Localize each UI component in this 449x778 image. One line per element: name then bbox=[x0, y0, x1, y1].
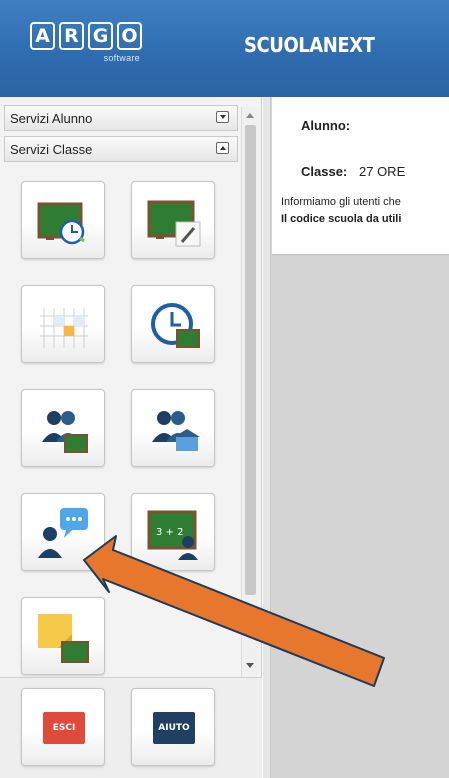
classe-value: 27 ORE bbox=[359, 164, 406, 179]
brand-title: SCUOLANEXT bbox=[244, 33, 375, 57]
splitter[interactable] bbox=[263, 97, 271, 778]
students-school-icon bbox=[152, 411, 200, 451]
blackboard-pencil-icon bbox=[147, 200, 201, 247]
logo-letter: R bbox=[59, 22, 84, 50]
section-label: Servizi Classe bbox=[10, 142, 93, 157]
main-content: Alunno: Classe: 27 ORE Informiamo gli ut… bbox=[263, 97, 449, 778]
school-code-text: Il codice scuola da utili bbox=[281, 213, 402, 225]
info-panel: Alunno: Classe: 27 ORE Informiamo gli ut… bbox=[272, 97, 449, 255]
sidebar-footer: ESCI AIUTO bbox=[0, 677, 262, 778]
tile-blackboard-clock[interactable] bbox=[21, 181, 105, 259]
alunno-label: Alunno: bbox=[301, 118, 351, 133]
classe-label: Classe: bbox=[301, 164, 348, 179]
scroll-down-icon[interactable] bbox=[246, 663, 254, 668]
section-label: Servizi Alunno bbox=[10, 111, 93, 126]
scroll-up-icon[interactable] bbox=[246, 113, 254, 118]
tile-sticky-note[interactable] bbox=[21, 597, 105, 675]
tile-blackboard-pencil[interactable] bbox=[131, 181, 215, 259]
esci-label: ESCI bbox=[43, 712, 85, 744]
sidebar-scrollbar[interactable] bbox=[241, 107, 258, 677]
tile-clock-blackboard[interactable] bbox=[131, 285, 215, 363]
notice-text: Informiamo gli utenti che bbox=[281, 196, 401, 208]
logo-letter: G bbox=[88, 22, 113, 50]
sticky-note-blackboard-icon bbox=[38, 614, 89, 663]
section-servizi-classe[interactable]: Servizi Classe bbox=[4, 136, 238, 162]
math-blackboard-teacher-icon: 3 + 2 bbox=[147, 510, 198, 560]
logo-letter: A bbox=[30, 22, 55, 50]
calendar-grid-icon bbox=[40, 308, 88, 348]
teacher-speech-bubble-icon bbox=[38, 508, 88, 558]
argo-logo[interactable]: A R G O software bbox=[30, 22, 142, 66]
sidebar: Servizi Alunno Servizi Classe 3 + 2 ESCI… bbox=[0, 97, 262, 778]
section-servizi-alunno[interactable]: Servizi Alunno bbox=[4, 105, 238, 131]
scroll-thumb[interactable] bbox=[245, 125, 256, 595]
tile-students-school[interactable] bbox=[131, 389, 215, 467]
tile-math-blackboard[interactable]: 3 + 2 bbox=[131, 493, 215, 571]
app-header: A R G O software SCUOLANEXT bbox=[0, 0, 449, 97]
chevron-down-icon[interactable] bbox=[216, 111, 229, 123]
svg-text:3 + 2: 3 + 2 bbox=[156, 527, 183, 538]
tile-teacher-chat[interactable] bbox=[21, 493, 105, 571]
blackboard-clock-icon bbox=[37, 202, 85, 245]
esci-button[interactable]: ESCI bbox=[21, 688, 105, 766]
clock-blackboard-icon bbox=[151, 303, 200, 348]
logo-letter: O bbox=[117, 22, 142, 50]
students-blackboard-icon bbox=[42, 411, 88, 453]
aiuto-button[interactable]: AIUTO bbox=[131, 688, 215, 766]
tile-calendar[interactable] bbox=[21, 285, 105, 363]
aiuto-label: AIUTO bbox=[153, 712, 195, 744]
tile-students-blackboard[interactable] bbox=[21, 389, 105, 467]
chevron-up-icon[interactable] bbox=[216, 142, 229, 154]
logo-subtitle: software bbox=[103, 53, 140, 63]
